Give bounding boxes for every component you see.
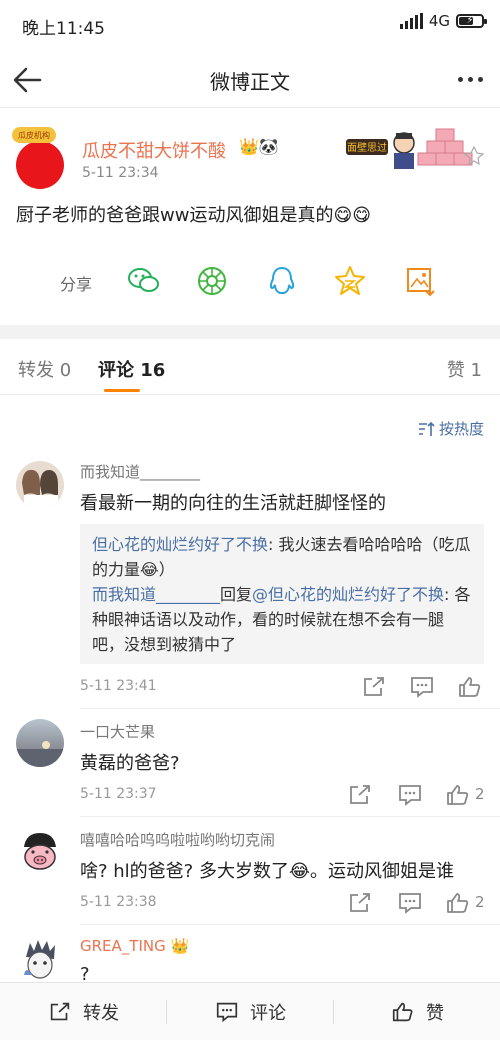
like-icon [392, 1002, 413, 1021]
share-row: 分享 [0, 257, 500, 303]
comment-label: 评论 [250, 1002, 286, 1024]
sort-label: 按热度 [438, 420, 484, 438]
comment-divider [80, 924, 500, 925]
comment-icon[interactable] [396, 891, 424, 915]
post-text: 厨子老师的爸爸跟ww运动风御姐是真的😋😋 [16, 205, 371, 226]
reply-mention[interactable]: @但心花的灿烂约好了不换 [252, 585, 444, 604]
comment-text: 黄磊的爸爸? [80, 753, 180, 774]
network-type: 4G [428, 12, 450, 30]
commenter-avatar[interactable] [16, 935, 64, 983]
tab-likes[interactable]: 赞 1 [447, 356, 482, 382]
like-icon[interactable] [456, 675, 484, 699]
qq-icon[interactable] [264, 263, 300, 299]
like-icon[interactable] [444, 891, 472, 915]
tab-bar: 转发 0 评论 16 赞 1 [0, 339, 500, 395]
qzone-icon[interactable] [332, 263, 368, 299]
repost-icon[interactable] [346, 891, 374, 915]
reply-item: 而我知道________回复@但心花的灿烂约好了不换: 各种眼神话语以及动作，看… [92, 582, 472, 657]
repost-button[interactable]: 转发 [0, 983, 166, 1040]
comment-icon[interactable] [408, 675, 436, 699]
commenter-name[interactable]: 一口大芒果 [80, 721, 155, 742]
repost-label: 转发 [83, 1002, 119, 1024]
save-image-icon[interactable] [402, 263, 438, 299]
wechat-icon[interactable] [126, 263, 162, 299]
comment-icon [216, 1002, 238, 1022]
reply-username[interactable]: 但心花的灿烂约好了不换 [92, 535, 268, 554]
like-icon[interactable] [444, 783, 472, 807]
page-title: 微博正文 [210, 70, 290, 94]
tab-comments[interactable]: 评论 16 [98, 356, 165, 382]
decoration-card-icon[interactable]: 面壁思过 [346, 125, 486, 173]
commenter-avatar[interactable] [16, 719, 64, 767]
bottom-action-bar: 转发 评论 赞 [0, 982, 500, 1040]
section-divider [0, 325, 500, 339]
commenter-name-text: GREA_TING [80, 937, 166, 955]
commenter-name[interactable]: 嘻嘻哈哈呜呜啦啦哟哟切克闹 [80, 829, 275, 850]
comment-time: 5-11 23:41 [80, 678, 157, 694]
sort-by-hot-button[interactable]: 按热度 [417, 418, 484, 439]
reply-thread[interactable]: 但心花的灿烂约好了不换: 我火速去看哈哈哈哈（吃瓜的力量😂） 而我知道_____… [80, 524, 484, 664]
status-icons: 4G ⚡ [399, 12, 487, 30]
comment-icon[interactable] [396, 783, 424, 807]
comment-text: 啥? hl的爸爸? 多大岁数了😂。运动风御姐是谁 [80, 861, 454, 882]
reply-username[interactable]: 而我知道________ [92, 585, 220, 604]
like-count: 2 [475, 893, 485, 911]
author-name[interactable]: 瓜皮不甜大饼不酸 [82, 137, 226, 163]
comment-time: 5-11 23:37 [80, 786, 157, 802]
moments-icon[interactable] [194, 263, 230, 299]
post-time: 5-11 23:34 [82, 165, 159, 181]
like-button[interactable]: 赞 [334, 983, 500, 1040]
more-options-icon[interactable] [452, 64, 488, 94]
sort-icon [418, 421, 435, 436]
repost-icon[interactable] [346, 783, 374, 807]
author-badge-emoji: 👑🐼 [239, 137, 279, 156]
comment-time: 5-11 23:38 [80, 894, 157, 910]
commenter-name[interactable]: 而我知道________ [80, 461, 200, 482]
comment-text: 看最新一期的向往的生活就赶脚怪怪的 [80, 493, 386, 514]
tab-repost[interactable]: 转发 0 [18, 356, 71, 382]
author-avatar[interactable] [16, 141, 64, 189]
commenter-avatar[interactable] [16, 827, 64, 875]
status-bar: 晚上11:45 4G ⚡ [0, 0, 500, 50]
card-label: 面壁思过 [347, 141, 387, 154]
signal-icon [399, 13, 423, 29]
active-tab-indicator [104, 389, 140, 392]
repost-icon[interactable] [360, 675, 388, 699]
reply-verb: 回复 [220, 585, 253, 604]
avatar-badge-icon: 瓜皮机构 [12, 127, 56, 143]
like-label: 赞 [426, 1002, 444, 1024]
commenter-avatar[interactable] [16, 461, 64, 509]
comment-button[interactable]: 评论 [167, 983, 333, 1040]
reply-item: 但心花的灿烂约好了不换: 我火速去看哈哈哈哈（吃瓜的力量😂） [92, 532, 472, 582]
status-time: 晚上11:45 [22, 19, 105, 39]
commenter-name[interactable]: GREA_TING 👑 [80, 937, 189, 955]
comment-divider [80, 816, 500, 817]
battery-icon: ⚡ [456, 14, 487, 28]
like-count: 2 [475, 785, 485, 803]
vip-badge-icon: 👑 [170, 937, 190, 955]
nav-bar: 微博正文 [0, 50, 500, 108]
weibo-post: 瓜皮机构 瓜皮不甜大饼不酸 👑🐼 5-11 23:34 面壁思过 厨子老师的爸爸… [0, 109, 500, 325]
repost-icon [50, 1002, 70, 1020]
share-label: 分享 [60, 275, 93, 294]
comment-divider [80, 708, 500, 709]
